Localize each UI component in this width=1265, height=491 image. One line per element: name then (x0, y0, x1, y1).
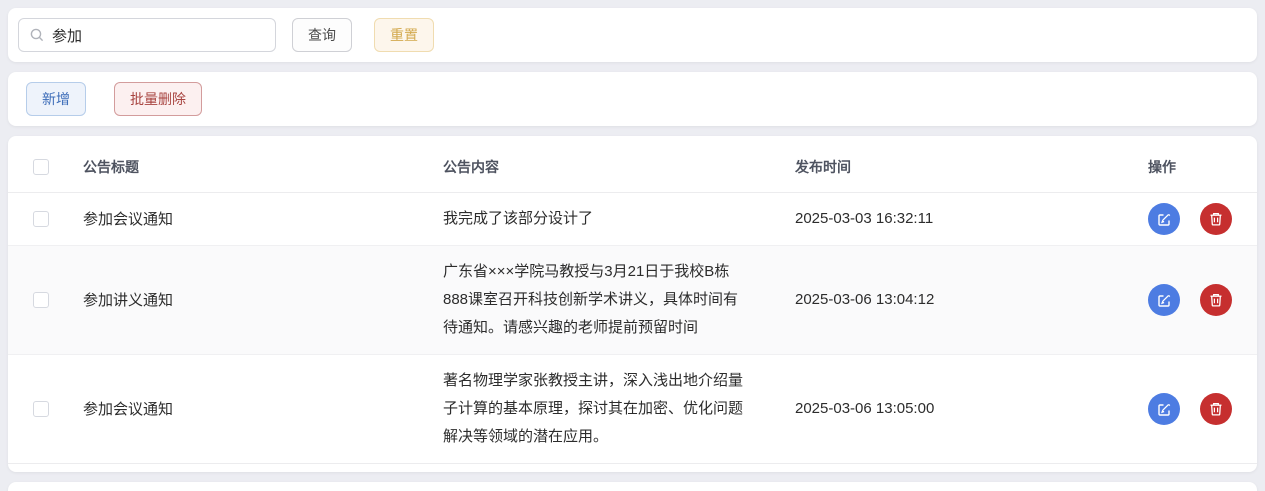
edit-button[interactable] (1148, 392, 1180, 425)
trash-icon (1210, 293, 1222, 307)
row-checkbox[interactable] (33, 292, 49, 309)
column-header-content: 公告内容 (443, 142, 795, 193)
search-box[interactable] (18, 18, 276, 52)
announcement-table: 公告标题 公告内容 发布时间 操作 参加会议通知 我完成了该部分设计了 2025… (8, 142, 1257, 464)
search-panel: 查询 重置 (8, 8, 1257, 62)
announcement-title: 参加会议通知 (83, 211, 174, 228)
edit-icon (1158, 213, 1171, 226)
edit-icon (1158, 403, 1171, 416)
announcement-title: 参加讲义通知 (83, 292, 174, 309)
publish-time: 2025-03-06 13:05:00 (795, 400, 935, 417)
column-header-time: 发布时间 (795, 142, 1148, 193)
edit-button[interactable] (1148, 283, 1180, 316)
announcement-table-card: 公告标题 公告内容 发布时间 操作 参加会议通知 我完成了该部分设计了 2025… (8, 136, 1257, 472)
column-header-actions: 操作 (1148, 142, 1257, 193)
publish-time: 2025-03-03 16:32:11 (795, 210, 934, 227)
row-checkbox[interactable] (33, 211, 49, 228)
column-header-title: 公告标题 (83, 142, 443, 193)
toolbar: 新增 批量删除 (8, 72, 1257, 126)
pagination: ‹ 1 › (8, 481, 1257, 491)
search-input[interactable] (52, 19, 275, 51)
announcement-content: 著名物理学家张教授主讲，深入浅出地介绍量子计算的基本原理，探讨其在加密、优化问题… (443, 354, 795, 464)
table-header-row: 公告标题 公告内容 发布时间 操作 (8, 142, 1257, 193)
edit-button[interactable] (1148, 202, 1180, 235)
announcement-title: 参加会议通知 (83, 401, 174, 418)
add-button[interactable]: 新增 (26, 82, 86, 116)
delete-button[interactable] (1199, 283, 1232, 316)
publish-time: 2025-03-06 13:04:12 (795, 291, 935, 308)
row-checkbox[interactable] (33, 401, 49, 418)
edit-icon (1158, 294, 1171, 307)
query-button[interactable]: 查询 (292, 18, 352, 52)
search-icon (30, 28, 44, 42)
batch-delete-button[interactable]: 批量删除 (114, 82, 202, 116)
select-all-checkbox[interactable] (33, 159, 49, 176)
trash-icon (1210, 212, 1222, 226)
reset-button[interactable]: 重置 (374, 18, 434, 52)
trash-icon (1210, 402, 1222, 416)
table-row: 参加讲义通知 广东省×××学院马教授与3月21日于我校B栋888课室召开科技创新… (8, 245, 1257, 355)
table-row: 参加会议通知 著名物理学家张教授主讲，深入浅出地介绍量子计算的基本原理，探讨其在… (8, 354, 1257, 464)
table-row: 参加会议通知 我完成了该部分设计了 2025-03-03 16:32:11 (8, 192, 1257, 246)
announcement-content: 广东省×××学院马教授与3月21日于我校B栋888课室召开科技创新学术讲义，具体… (443, 245, 795, 355)
announcement-content: 我完成了该部分设计了 (443, 192, 795, 246)
delete-button[interactable] (1199, 392, 1232, 425)
delete-button[interactable] (1199, 202, 1232, 235)
